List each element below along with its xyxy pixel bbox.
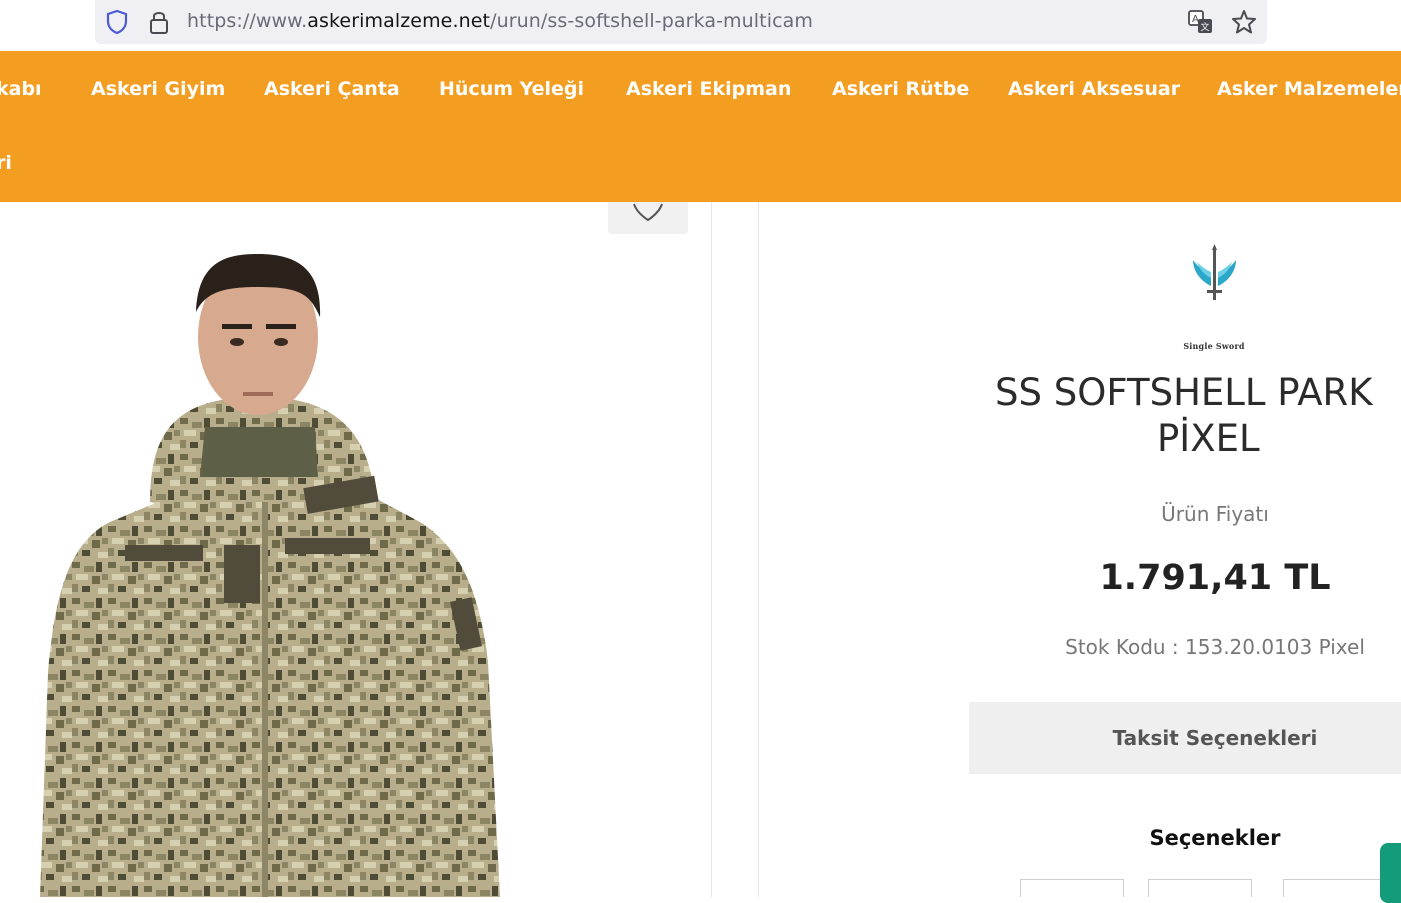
url-path: /urun/ss-softshell-parka-multicam: [490, 10, 813, 32]
option-box[interactable]: [1020, 879, 1124, 897]
gallery-divider: [711, 202, 712, 897]
installments-label: Taksit Seçenekleri: [1112, 726, 1318, 750]
nav-item-askeri-rutbe[interactable]: Askeri Rütbe: [832, 78, 969, 100]
url-text[interactable]: https://www.askerimalzeme.net/urun/ss-so…: [187, 10, 813, 32]
nav-item-askeri-ekipman[interactable]: Askeri Ekipman: [626, 78, 791, 100]
options-title: Seçenekler: [1149, 826, 1281, 850]
option-box[interactable]: [1148, 879, 1252, 897]
installments-button[interactable]: Taksit Seçenekleri: [969, 702, 1401, 774]
lock-icon[interactable]: [146, 8, 172, 36]
chat-widget-tab[interactable]: [1380, 843, 1401, 903]
nav-item-partial[interactable]: kabı: [0, 78, 42, 100]
bookmark-star-icon[interactable]: [1230, 8, 1258, 36]
browser-toolbar: https://www.askerimalzeme.net/urun/ss-so…: [0, 0, 1401, 51]
nav-item-hucum-yelegi[interactable]: Hücum Yeleği: [439, 78, 584, 100]
product-details: Single Sword SS SOFTSHELL PARK PİXEL Ürü…: [759, 202, 1401, 897]
option-box[interactable]: [1283, 879, 1387, 897]
url-host: askerimalzeme.net: [307, 10, 491, 32]
product-title-line2: PİXEL: [1157, 417, 1260, 460]
sword-wings-icon: [1193, 244, 1236, 300]
svg-text:A: A: [1192, 14, 1199, 25]
main-nav: kabı Askeri Giyim Askeri Çanta Hücum Yel…: [0, 51, 1401, 202]
product-price: 1.791,41 TL: [1099, 558, 1331, 598]
url-prefix: https://www.: [187, 10, 308, 32]
translate-icon[interactable]: A 文: [1187, 8, 1215, 36]
product-gallery[interactable]: [0, 202, 712, 897]
nav-item-row2-partial[interactable]: ri: [0, 152, 12, 174]
svg-text:文: 文: [1201, 21, 1210, 33]
price-label: Ürün Fiyatı: [1161, 502, 1269, 526]
stock-code: Stok Kodu : 153.20.0103 Pixel: [1065, 635, 1365, 659]
nav-item-asker-malzemeleri[interactable]: Asker Malzemeler: [1217, 78, 1401, 100]
heart-icon: [633, 203, 663, 222]
product-title-line1: SS SOFTSHELL PARK: [995, 371, 1373, 414]
nav-item-askeri-aksesuar[interactable]: Askeri Aksesuar: [1008, 78, 1180, 100]
brand-name: Single Sword: [1183, 341, 1245, 351]
nav-item-askeri-giyim[interactable]: Askeri Giyim: [91, 78, 225, 100]
brand-logo[interactable]: Single Sword: [1179, 240, 1249, 351]
favorite-button[interactable]: [608, 202, 688, 234]
nav-item-askeri-canta[interactable]: Askeri Çanta: [264, 78, 400, 100]
shield-icon[interactable]: [104, 9, 130, 35]
product-image[interactable]: [0, 202, 712, 897]
